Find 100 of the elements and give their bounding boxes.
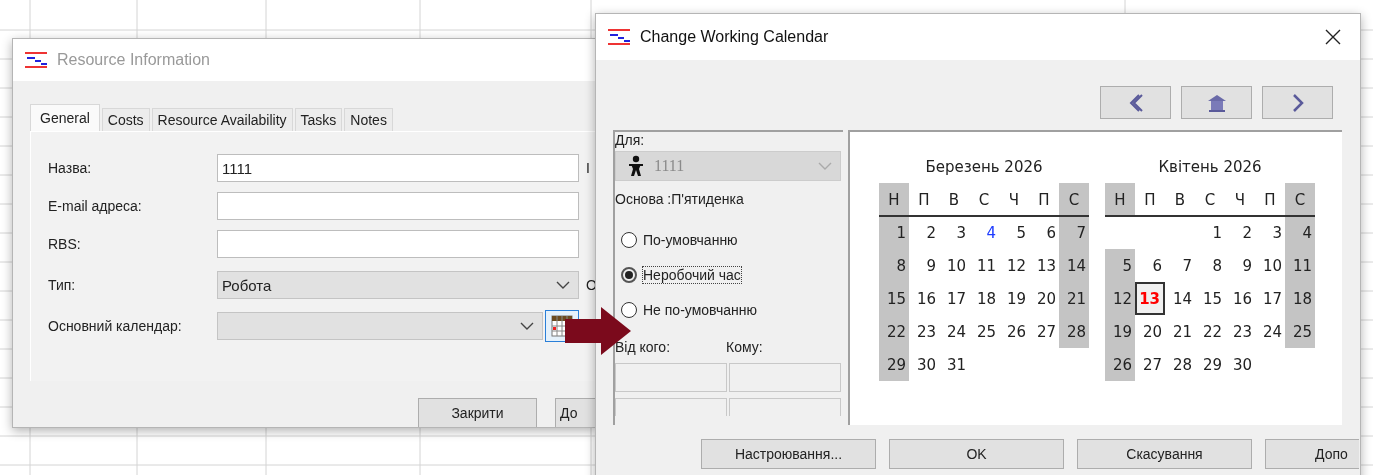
calendar-day[interactable]: 19	[1105, 315, 1135, 348]
radio-label[interactable]: Неробочий час	[642, 266, 742, 284]
weekday-header: С	[977, 189, 991, 211]
calendar-day[interactable]: 23	[909, 315, 939, 348]
calendar-day[interactable]: 16	[1225, 282, 1255, 315]
calendar-day[interactable]: 12	[1105, 282, 1135, 315]
dialog-button[interactable]: До	[555, 398, 595, 427]
calendar-day[interactable]: 8	[879, 249, 909, 282]
calendar-day[interactable]: 19	[999, 282, 1029, 315]
calendar-day[interactable]: 1	[879, 216, 909, 249]
dialog-button[interactable]: OK	[889, 439, 1064, 469]
calendar-day[interactable]: 12	[999, 249, 1029, 282]
calendar-day[interactable]: 14	[1059, 249, 1089, 282]
calendar-day[interactable]: 4	[1285, 216, 1315, 249]
calendar-day[interactable]: 23	[1225, 315, 1255, 348]
field-label: Назва:	[48, 160, 93, 176]
calendar-day[interactable]: 30	[909, 348, 939, 381]
dropdown[interactable]: Робота	[217, 271, 579, 299]
calendar-day[interactable]: 15	[879, 282, 909, 315]
radio-label[interactable]: Не по-умовчанню	[642, 301, 758, 319]
dialog-button[interactable]: Настроювання...	[701, 439, 876, 469]
calendar-day[interactable]: 20	[1029, 282, 1059, 315]
calendar-day[interactable]: 3	[1255, 216, 1285, 249]
calendar-day[interactable]: 20	[1135, 315, 1165, 348]
radio-button[interactable]	[621, 302, 637, 318]
dialog-button[interactable]: Закрити	[418, 398, 537, 427]
radio-button[interactable]	[621, 232, 637, 248]
calendar-day[interactable]: 7	[1165, 249, 1195, 282]
tab[interactable]: Notes	[344, 108, 393, 131]
gantt-icon	[25, 52, 49, 68]
calendar-day[interactable]: 9	[1225, 249, 1255, 282]
calendar-day[interactable]: 21	[1165, 315, 1195, 348]
weekday-header: П	[917, 189, 931, 211]
weekday-header: Н	[1105, 183, 1135, 216]
radio-label[interactable]: По-умовчанню	[642, 231, 739, 249]
close-icon[interactable]	[1325, 29, 1341, 45]
chevron-down-icon	[818, 161, 832, 171]
calendar-day[interactable]: 26	[1105, 348, 1135, 381]
from-field[interactable]	[615, 398, 727, 416]
field-label: Для:	[615, 132, 646, 148]
calendar-day[interactable]: 29	[879, 348, 909, 381]
next-button[interactable]	[1262, 86, 1333, 119]
text-field[interactable]	[217, 192, 579, 220]
calendar-day[interactable]: 24	[939, 315, 969, 348]
calendar-day[interactable]: 21	[1059, 282, 1089, 315]
calendar-day[interactable]: 18	[1285, 282, 1315, 315]
tab[interactable]: Resource Availability	[151, 108, 293, 131]
calendar-day[interactable]: 5	[999, 216, 1029, 249]
home-button[interactable]	[1181, 86, 1252, 119]
calendar-day[interactable]: 26	[999, 315, 1029, 348]
calendar-day[interactable]: 5	[1105, 249, 1135, 282]
calendar-day[interactable]: 13	[1029, 249, 1059, 282]
calendar-day[interactable]: 24	[1255, 315, 1285, 348]
calendar-day[interactable]: 25	[969, 315, 999, 348]
calendar-day[interactable]: 11	[969, 249, 999, 282]
from-field[interactable]	[615, 363, 727, 392]
previous-button[interactable]	[1100, 86, 1171, 119]
radio-button[interactable]	[621, 267, 637, 283]
calendar-day[interactable]: 28	[1059, 315, 1089, 348]
calendar-day[interactable]: 27	[1135, 348, 1165, 381]
to-field[interactable]	[729, 363, 841, 392]
calendar-day[interactable]: 16	[909, 282, 939, 315]
calendar-day[interactable]: 10	[939, 249, 969, 282]
calendar-day[interactable]: 8	[1195, 249, 1225, 282]
calendar-day[interactable]: 9	[909, 249, 939, 282]
calendar-day[interactable]: 2	[1225, 216, 1255, 249]
calendar-day[interactable]: 27	[1029, 315, 1059, 348]
dialog-button[interactable]: Допо	[1265, 439, 1359, 469]
to-field[interactable]	[729, 398, 841, 416]
calendar-day[interactable]: 28	[1165, 348, 1195, 381]
calendar-day[interactable]: 31	[939, 348, 969, 381]
chevron-down-icon	[556, 280, 570, 290]
text-field[interactable]: 1111	[217, 154, 579, 182]
calendar-day[interactable]: 18	[969, 282, 999, 315]
calendar-day[interactable]: 6	[1029, 216, 1059, 249]
tab[interactable]: General	[30, 104, 100, 131]
calendar-day[interactable]: 11	[1285, 249, 1315, 282]
calendar-day[interactable]: 22	[879, 315, 909, 348]
calendar-day[interactable]: 29	[1195, 348, 1225, 381]
weekday-header: В	[1173, 189, 1187, 211]
calendar-day[interactable]: 4	[969, 216, 999, 249]
calendar-day[interactable]: 22	[1195, 315, 1225, 348]
text-field[interactable]	[217, 230, 579, 258]
calendar-day[interactable]: 10	[1255, 249, 1285, 282]
calendar-day[interactable]: 7	[1059, 216, 1089, 249]
calendar-day[interactable]: 6	[1135, 249, 1165, 282]
weekday-header: В	[947, 189, 961, 211]
calendar-day[interactable]: 13	[1135, 282, 1165, 315]
calendar-day[interactable]: 17	[939, 282, 969, 315]
calendar-day[interactable]: 2	[909, 216, 939, 249]
calendar-day[interactable]: 30	[1225, 348, 1255, 381]
calendar-day[interactable]: 15	[1195, 282, 1225, 315]
calendar-day[interactable]: 1	[1195, 216, 1225, 249]
calendar-day[interactable]: 3	[939, 216, 969, 249]
calendar-day[interactable]: 14	[1165, 282, 1195, 315]
tab[interactable]: Costs	[101, 108, 150, 131]
tab[interactable]: Tasks	[294, 108, 343, 131]
calendar-day[interactable]: 25	[1285, 315, 1315, 348]
dialog-button[interactable]: Скасування	[1077, 439, 1252, 469]
calendar-day[interactable]: 17	[1255, 282, 1285, 315]
